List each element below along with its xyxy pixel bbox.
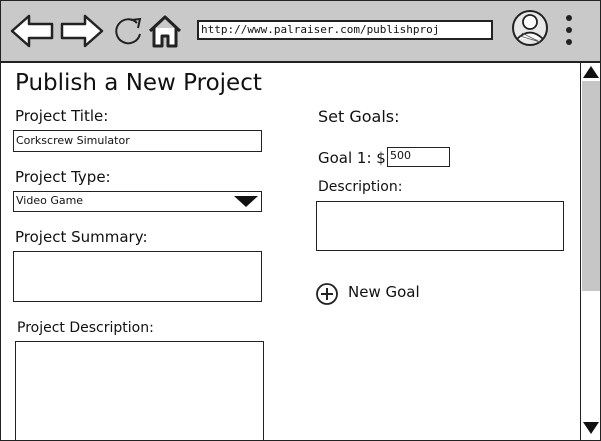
browser-window: http://www.palraiser.com/publishproj Pub… bbox=[0, 0, 601, 441]
goal1-amount-value: 500 bbox=[390, 149, 411, 162]
reload-icon[interactable] bbox=[111, 14, 145, 48]
goal1-amount-input[interactable]: 500 bbox=[387, 147, 450, 167]
plus-circle-icon bbox=[316, 283, 338, 305]
project-description-textarea[interactable] bbox=[15, 341, 264, 440]
user-avatar-icon[interactable] bbox=[511, 8, 549, 48]
new-goal-label: New Goal bbox=[348, 283, 420, 301]
vertical-scrollbar[interactable] bbox=[580, 63, 600, 440]
scroll-up-arrow-icon[interactable] bbox=[583, 65, 599, 79]
scrollbar-thumb[interactable] bbox=[582, 81, 600, 291]
project-description-label: Project Description: bbox=[17, 320, 154, 336]
dropdown-arrow-icon[interactable] bbox=[234, 195, 258, 208]
project-type-label: Project Type: bbox=[15, 168, 111, 186]
goal-description-label: Description: bbox=[318, 179, 403, 195]
goal-description-textarea[interactable] bbox=[316, 201, 564, 251]
project-type-value: Video Game bbox=[16, 194, 84, 207]
page-content: Publish a New Project Project Title: Cor… bbox=[1, 63, 580, 440]
goal1-label: Goal 1: $ bbox=[318, 149, 386, 167]
browser-toolbar: http://www.palraiser.com/publishproj bbox=[1, 1, 600, 63]
vertical-ellipsis-icon[interactable] bbox=[563, 13, 575, 49]
back-arrow-icon[interactable] bbox=[9, 11, 55, 51]
set-goals-heading: Set Goals: bbox=[318, 107, 400, 126]
project-title-input[interactable]: Corkscrew Simulator bbox=[13, 130, 262, 152]
forward-arrow-icon[interactable] bbox=[59, 11, 105, 51]
scroll-down-arrow-icon[interactable] bbox=[583, 421, 599, 435]
home-icon[interactable] bbox=[147, 13, 183, 49]
project-summary-label: Project Summary: bbox=[15, 228, 148, 246]
project-title-label: Project Title: bbox=[15, 107, 109, 125]
new-goal-button[interactable]: New Goal bbox=[316, 281, 436, 305]
page-title: Publish a New Project bbox=[15, 70, 262, 96]
address-bar[interactable]: http://www.palraiser.com/publishproj bbox=[197, 20, 493, 40]
project-summary-textarea[interactable] bbox=[13, 251, 262, 302]
project-title-value: Corkscrew Simulator bbox=[16, 134, 130, 147]
project-type-select[interactable]: Video Game bbox=[13, 191, 262, 212]
